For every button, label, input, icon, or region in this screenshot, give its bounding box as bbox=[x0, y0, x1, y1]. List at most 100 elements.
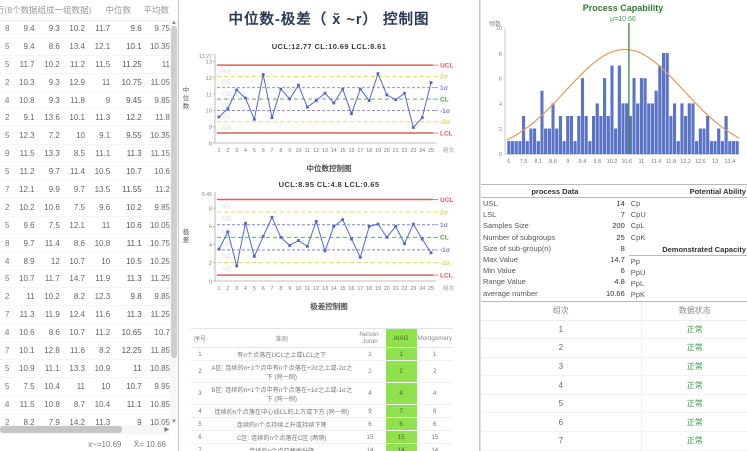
rules-row: 1有n个点落在UCL之上或LCL之下111 bbox=[191, 348, 453, 361]
svg-text:13: 13 bbox=[322, 286, 328, 292]
svg-text:1: 1 bbox=[218, 148, 221, 154]
svg-text:A区: A区 bbox=[222, 68, 232, 75]
process-data-row: Max Value14.7 bbox=[481, 254, 629, 265]
cell-value: 10.7 bbox=[60, 328, 85, 337]
table-row: 710.112.811.68.212.2511.85 bbox=[0, 342, 170, 360]
cell-value: 7.5 bbox=[60, 203, 85, 212]
rules-column-header: Montgomery bbox=[417, 329, 453, 348]
cell-value: 10.1 bbox=[60, 113, 85, 122]
cell-value: 11.7 bbox=[85, 24, 110, 33]
spc-control-chart-app: 行(8个数据组成一组数据) 中位数 平均数 89.49.310.211.79.6… bbox=[0, 0, 747, 451]
rule-value: 14 bbox=[386, 444, 417, 451]
svg-text:15: 15 bbox=[340, 148, 346, 154]
table-row: 510.911.113.310.91110.85 bbox=[0, 360, 170, 378]
status-badge: 正常 bbox=[641, 376, 747, 394]
svg-text:9: 9 bbox=[566, 159, 569, 165]
svg-text:UCL: UCL bbox=[440, 197, 453, 204]
cell-value: 11 bbox=[85, 221, 110, 230]
svg-text:-1σ: -1σ bbox=[440, 247, 451, 254]
cell-value: 8.2 bbox=[9, 418, 34, 425]
horizontal-scroll-thumb[interactable] bbox=[0, 426, 122, 433]
svg-text:14: 14 bbox=[331, 148, 337, 154]
overall-mean-value: X̄= 10.66 bbox=[134, 440, 166, 449]
rule-value: 1 bbox=[354, 348, 385, 361]
rule-value: 5 bbox=[191, 418, 209, 431]
status-table-header: 组次 数据状态 bbox=[481, 302, 747, 321]
cell-value: 13.4 bbox=[60, 42, 85, 51]
range-chart-limits: UCL:8.95 CL:4.8 LCL:0.65 bbox=[179, 180, 479, 189]
svg-text:9.4: 9.4 bbox=[579, 159, 587, 165]
stat-label: Samples Size bbox=[483, 221, 529, 230]
svg-text:7: 7 bbox=[271, 148, 274, 154]
status-badge: 正常 bbox=[641, 339, 747, 357]
svg-text:7: 7 bbox=[271, 286, 274, 292]
cell-value: 10.2 bbox=[35, 60, 60, 69]
table-row: 59.48.613.412.110.110.35 bbox=[0, 38, 170, 56]
cell-clipped: 8 bbox=[0, 239, 9, 248]
table-row: 89.49.310.211.79.69.75 bbox=[0, 20, 170, 38]
horizontal-scrollbar[interactable]: ▶ bbox=[0, 425, 170, 434]
left-table-body: 89.49.310.211.79.69.7559.48.613.412.110.… bbox=[0, 20, 170, 425]
svg-text:15: 15 bbox=[340, 286, 346, 292]
svg-text:8: 8 bbox=[279, 148, 282, 154]
cell-value: 10 bbox=[60, 131, 85, 140]
svg-text:8: 8 bbox=[209, 206, 212, 212]
cell-value: 11.3 bbox=[85, 113, 110, 122]
cell-clipped: 2 bbox=[0, 418, 9, 425]
mean-column-header: 平均数 bbox=[131, 4, 171, 16]
potential-ability-row: CpK bbox=[629, 232, 747, 243]
group-number-cell: 6 bbox=[481, 418, 641, 427]
table-row: 21110.28.212.39.89.85 bbox=[0, 288, 170, 306]
rule-description: 有n个点落在UCL之上或LCL之下 bbox=[209, 348, 354, 361]
table-row: 510.711.714.711.911.311.25 bbox=[0, 270, 170, 288]
svg-text:8: 8 bbox=[279, 286, 282, 292]
svg-text:0: 0 bbox=[499, 152, 502, 158]
stat-label: PpL bbox=[631, 279, 644, 288]
cell-value: 11.6 bbox=[60, 346, 85, 355]
cell-value: 11.1 bbox=[85, 149, 110, 158]
svg-text:A区: A区 bbox=[222, 203, 232, 210]
table-row: 512.37.2109.19.5510.35 bbox=[0, 127, 170, 145]
cell-median: 9.45 bbox=[110, 96, 141, 105]
svg-text:23: 23 bbox=[410, 286, 416, 292]
vertical-scroll-thumb[interactable] bbox=[171, 26, 177, 358]
cell-value: 11.5 bbox=[85, 60, 110, 69]
rule-value: 15 bbox=[354, 431, 385, 444]
svg-text:11.8: 11.8 bbox=[666, 159, 676, 165]
svg-text:24: 24 bbox=[419, 148, 425, 154]
svg-text:11: 11 bbox=[305, 148, 311, 154]
demonstrated-capacity-row: PpL bbox=[629, 278, 747, 289]
table-row: 711.311.912.411.611.311.25 bbox=[0, 306, 170, 324]
scroll-down-icon[interactable]: ▼ bbox=[170, 419, 178, 425]
scroll-right-icon[interactable]: ▶ bbox=[164, 426, 169, 433]
vertical-scrollbar[interactable]: ▲ ▼ bbox=[170, 20, 178, 425]
rule-value: 8 bbox=[417, 405, 453, 418]
table-row: 210.39.312.91110.7511.05 bbox=[0, 74, 170, 92]
svg-text:9.8: 9.8 bbox=[593, 159, 601, 165]
rule-value: 9 bbox=[354, 405, 385, 418]
cell-clipped: 5 bbox=[0, 167, 9, 176]
table-row: 410.68.610.711.210.6510.7 bbox=[0, 324, 170, 342]
svg-text:13.4: 13.4 bbox=[724, 159, 735, 165]
svg-text:4: 4 bbox=[244, 286, 247, 292]
cell-value: 12 bbox=[35, 257, 60, 266]
status-badge: 正常 bbox=[641, 321, 747, 339]
svg-text:18: 18 bbox=[366, 286, 372, 292]
svg-text:Process Capability: Process Capability bbox=[583, 3, 664, 13]
rule-value: 14 bbox=[354, 444, 385, 451]
cell-clipped: 5 bbox=[0, 60, 9, 69]
svg-text:8: 8 bbox=[499, 51, 502, 57]
cell-value: 13.6 bbox=[35, 113, 60, 122]
cell-value: 13.3 bbox=[60, 364, 85, 373]
cell-value: 10.7 bbox=[60, 257, 85, 266]
cell-value: 11.4 bbox=[60, 167, 85, 176]
stat-value: 10.66 bbox=[606, 289, 625, 298]
table-row: 89.711.48.610.811.110.75 bbox=[0, 235, 170, 253]
cell-value: 14.2 bbox=[60, 418, 85, 425]
svg-text:2: 2 bbox=[209, 261, 212, 267]
cell-median: 10.6 bbox=[110, 221, 141, 230]
group-number-cell: 4 bbox=[481, 381, 641, 390]
stat-value: 25 bbox=[616, 233, 624, 242]
cell-value: 11.2 bbox=[60, 60, 85, 69]
cell-value: 9.6 bbox=[9, 221, 34, 230]
